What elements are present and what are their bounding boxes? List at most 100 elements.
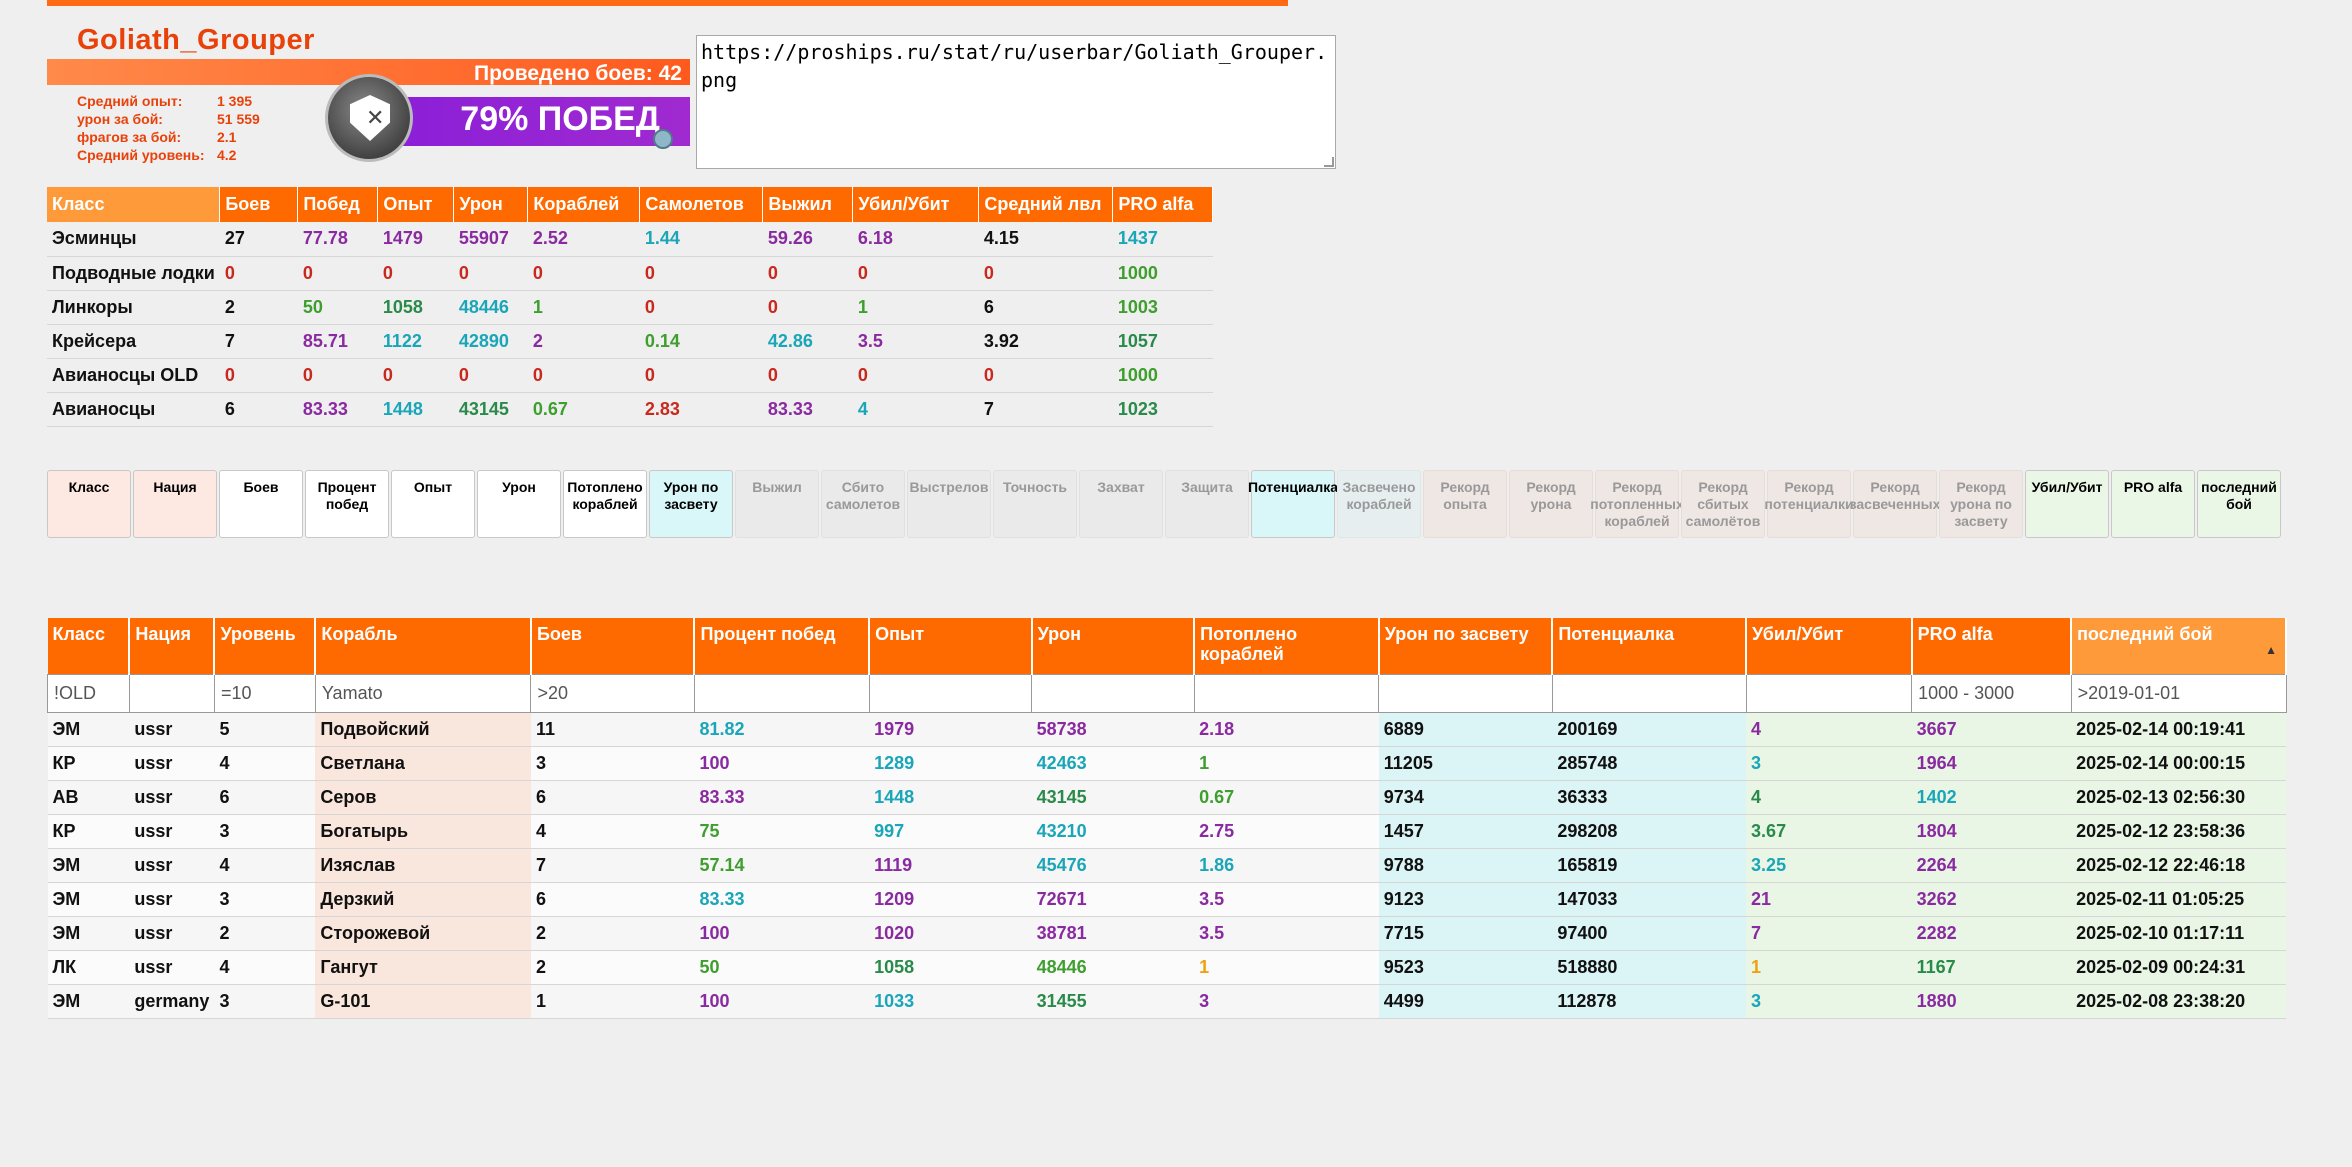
column-toggle-button[interactable]: Процент побед: [305, 470, 389, 538]
class-table-header[interactable]: Побед: [297, 187, 379, 222]
column-toggle-button[interactable]: Выжил: [735, 470, 819, 538]
column-filter-input[interactable]: [2072, 677, 2285, 709]
ships-table-header[interactable]: Урон по засвету: [1378, 618, 1554, 674]
column-filter-input[interactable]: [316, 677, 530, 709]
class-table-cell: 0: [297, 358, 378, 393]
column-filter-input[interactable]: [130, 677, 213, 709]
class-table-header[interactable]: Боев: [219, 187, 299, 222]
column-toggle-button[interactable]: Потенциалка: [1248, 470, 1338, 538]
column-toggle-button[interactable]: Рекорд потопленных кораблей: [1590, 470, 1684, 538]
zoom-icon[interactable]: [653, 129, 673, 149]
ship-cell: 1020: [869, 916, 1032, 951]
ship-cell: 11205: [1378, 746, 1553, 781]
ships-table-header[interactable]: Боев: [530, 618, 696, 674]
class-table-header[interactable]: Средний лвл: [978, 187, 1114, 222]
ships-table-header[interactable]: Потоплено кораблей: [1194, 618, 1380, 674]
ship-cell: 9734: [1378, 780, 1553, 815]
ship-cell: ussr: [129, 882, 215, 917]
column-filter-input[interactable]: [1913, 677, 2070, 709]
userbar-url-textarea[interactable]: https://proships.ru/stat/ru/userbar/Goli…: [696, 35, 1336, 169]
column-filter-input[interactable]: [532, 677, 693, 709]
ship-cell: КР: [47, 746, 130, 781]
ships-table-header[interactable]: Процент побед: [694, 618, 871, 674]
column-toggle-button[interactable]: Рекорд урона по засвету: [1939, 470, 2023, 538]
ship-cell: 997: [869, 814, 1032, 849]
column-filter-input[interactable]: [1380, 677, 1551, 709]
column-filter-input[interactable]: [1195, 677, 1378, 709]
class-table-cell: 0: [297, 256, 378, 291]
ships-table-header[interactable]: Корабль: [315, 618, 532, 674]
column-toggle-button[interactable]: Рекорд урона: [1509, 470, 1593, 538]
ship-cell: 3: [1746, 746, 1912, 781]
column-filter-input[interactable]: [870, 677, 1031, 709]
class-table-header[interactable]: Выжил: [762, 187, 854, 222]
column-toggle-button[interactable]: Рекорд потенциалки: [1764, 470, 1854, 538]
class-table-header[interactable]: Самолетов: [639, 187, 764, 222]
userbar-url-text: https://proships.ru/stat/ru/userbar/Goli…: [701, 40, 1328, 92]
ships-table-header[interactable]: Потенциалка: [1552, 618, 1748, 674]
ship-cell: 1448: [869, 780, 1032, 815]
ships-table-header[interactable]: PRO alfa: [1911, 618, 2073, 674]
header-label: Нация: [135, 624, 192, 644]
ship-cell: Гангут: [315, 950, 531, 985]
ships-table-header[interactable]: Нация: [129, 618, 216, 674]
class-table-cell: Подводные лодки: [47, 256, 220, 291]
ship-cell: 3: [530, 746, 695, 781]
column-filter-input[interactable]: [49, 677, 128, 709]
ships-table-header[interactable]: Опыт: [869, 618, 1033, 674]
header-label: последний бой: [2077, 624, 2213, 644]
column-toggle-button[interactable]: Опыт: [391, 470, 475, 538]
column-filter-input[interactable]: [215, 677, 314, 709]
ship-cell: 4499: [1378, 984, 1553, 1019]
class-table-header[interactable]: PRO alfa: [1112, 187, 1214, 222]
ship-cell: 4: [530, 814, 695, 849]
column-toggle-button[interactable]: Класс: [47, 470, 131, 538]
ship-cell: ЭМ: [47, 984, 130, 1019]
column-toggle-button[interactable]: Рекорд сбитых самолётов: [1681, 470, 1765, 538]
column-filter-input[interactable]: [695, 677, 868, 709]
class-table-header[interactable]: Класс: [47, 187, 221, 222]
ship-row: КР ussr 3 Богатырь 4 75 997 43210 2.75 1457 298208…: [47, 814, 2286, 849]
ships-table-header[interactable]: Класс: [47, 618, 131, 674]
class-table-header[interactable]: Убил/Убит: [852, 187, 980, 222]
class-table-row: Линкоры 2 50 1058 48446 1 0 0 1 6 1003: [47, 290, 1213, 325]
stat-value: 51 559: [217, 111, 260, 127]
column-toggle-button[interactable]: Потоплено кораблей: [563, 470, 647, 538]
class-table-cell: 6: [219, 392, 298, 427]
ship-cell: 3.5: [1194, 916, 1379, 951]
class-table-header[interactable]: Опыт: [377, 187, 455, 222]
column-toggle-button[interactable]: Захват: [1079, 470, 1163, 538]
resize-handle-icon[interactable]: [1324, 157, 1334, 167]
column-toggle-button[interactable]: Нация: [133, 470, 217, 538]
column-toggle-button[interactable]: Выстрелов: [907, 470, 991, 538]
ships-table-header[interactable]: Урон: [1031, 618, 1196, 674]
column-filter-input[interactable]: [1747, 677, 1911, 709]
column-toggle-button[interactable]: Урон по засвету: [649, 470, 733, 538]
column-toggle-button[interactable]: Рекорд опыта: [1423, 470, 1507, 538]
ship-cell: 45476: [1031, 848, 1195, 883]
column-toggle-button[interactable]: Урон: [477, 470, 561, 538]
column-filter-input[interactable]: [1033, 677, 1193, 709]
ship-cell: 2025-02-11 01:05:25: [2071, 882, 2286, 917]
column-toggle-button[interactable]: Защита: [1165, 470, 1249, 538]
column-toggle-button[interactable]: последний бой: [2197, 470, 2281, 538]
column-toggle-button[interactable]: Убил/Убит: [2025, 470, 2109, 538]
class-table-header[interactable]: Урон: [453, 187, 529, 222]
class-table-cell: 0: [978, 358, 1113, 393]
column-filter-input[interactable]: [1553, 677, 1745, 709]
column-toggle-button[interactable]: Засвечено кораблей: [1337, 470, 1421, 538]
class-table-cell: 6: [978, 290, 1113, 325]
ships-table-header[interactable]: Убил/Убит: [1746, 618, 1913, 674]
class-table-cell: Авианосцы OLD: [47, 358, 220, 393]
ships-table-header[interactable]: Уровень: [214, 618, 317, 674]
column-toggle-button[interactable]: Рекорд засвеченных: [1850, 470, 1940, 538]
class-table-header[interactable]: Кораблей: [527, 187, 641, 222]
class-summary-table: Класс Боев Побед Опыт Урон Кораблей Самолетов В…: [47, 187, 1214, 427]
column-toggle-button[interactable]: Боев: [219, 470, 303, 538]
column-toggle-button[interactable]: Сбито самолетов: [821, 470, 905, 538]
ship-cell: КР: [47, 814, 130, 849]
ship-row: ЛК ussr 4 Гангут 2 50 1058 48446 1 9523 518880 1 116…: [47, 950, 2286, 985]
ships-table-header[interactable]: последний бой ▲: [2071, 618, 2287, 674]
column-toggle-button[interactable]: Точность: [993, 470, 1077, 538]
column-toggle-button[interactable]: PRO alfa: [2111, 470, 2195, 538]
